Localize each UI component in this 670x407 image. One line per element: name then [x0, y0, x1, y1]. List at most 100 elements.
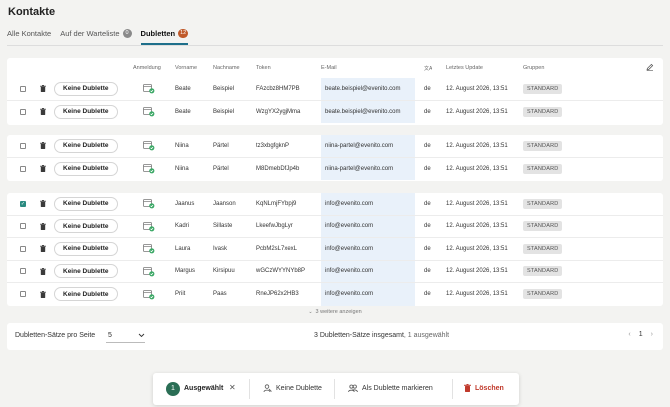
total-summary: 3 Dubletten-Sätze insgesamt, 1 ausgewähl… [314, 332, 449, 339]
lastname-cell: Beispiel [213, 108, 235, 115]
trash-icon[interactable] [40, 290, 46, 298]
show-more-link[interactable]: ⌄ 3 weitere anzeigen [7, 309, 663, 315]
firstname-cell: Laura [175, 245, 191, 252]
keine-dublette-button[interactable]: Keine Dublette [54, 287, 118, 302]
page-title: Kontakte [8, 6, 56, 18]
chevron-left-icon[interactable]: ‹ [628, 331, 630, 338]
trash-icon[interactable] [40, 200, 46, 208]
keine-dublette-button[interactable]: Keine Dublette [54, 81, 118, 96]
row-checkbox[interactable] [20, 108, 26, 115]
keine-dublette-action-button[interactable]: Keine Dublette [263, 384, 322, 393]
total-count: 3 Dubletten-Sätze insgesamt [314, 332, 404, 339]
show-more-label: 3 weitere anzeigen [315, 309, 362, 315]
row-checkbox[interactable] [20, 142, 26, 149]
tab-label: Alle Kontakte [7, 29, 52, 38]
firstname-cell: Priit [175, 291, 186, 298]
keine-dublette-label: Keine Dublette [63, 165, 109, 173]
chevron-down-icon: ⌄ [308, 309, 313, 315]
column-header-registration[interactable]: Anmeldung [133, 58, 161, 78]
keine-dublette-button[interactable]: Keine Dublette [54, 138, 118, 153]
keine-dublette-button[interactable]: Keine Dublette [54, 104, 118, 119]
language-cell: de [424, 108, 431, 115]
trash-icon[interactable] [40, 108, 46, 116]
lastname-cell: Ivask [213, 245, 228, 252]
column-header-token[interactable]: Token [256, 58, 271, 78]
keine-dublette-button[interactable]: Keine Dublette [54, 264, 118, 279]
mark-duplicate-button[interactable]: Als Dublette markieren [348, 384, 433, 393]
edit-columns-icon[interactable] [646, 63, 654, 71]
trash-icon[interactable] [40, 142, 46, 150]
updated-cell: 12. August 2026, 13:51 [446, 165, 508, 172]
close-icon[interactable]: ✕ [229, 384, 236, 392]
email-cell: niina-partel@evenito.com [325, 142, 394, 149]
column-header-updated[interactable]: Letztes Update [446, 58, 483, 78]
delete-button[interactable]: Löschen [464, 384, 504, 392]
column-header-firstname[interactable]: Vorname [175, 58, 197, 78]
tab-label: Dubletten [140, 29, 176, 38]
selected-label: Ausgewählt [184, 385, 224, 392]
selected-count-badge: 1 [166, 382, 180, 396]
trash-icon[interactable] [40, 222, 46, 230]
keine-dublette-button[interactable]: Keine Dublette [54, 161, 118, 176]
row-checkbox[interactable] [20, 85, 26, 92]
tabs: Alle Kontakte Auf der Warteliste 0 Dublet… [7, 29, 197, 45]
firstname-cell: Beate [175, 85, 191, 92]
table-row: Keine Dublette Niina Pärtel tz3xbgfgknP … [7, 135, 663, 158]
firstname-cell: Niina [175, 165, 189, 172]
per-page-label: Dubletten-Sätze pro Seite [15, 332, 96, 339]
token-cell: tz3xbgfgknP [256, 142, 290, 149]
keine-dublette-label: Keine Dublette [63, 142, 109, 150]
lastname-cell: Beispiel [213, 85, 235, 92]
registration-confirmed-icon [143, 164, 155, 174]
keine-dublette-label: Keine Dublette [63, 267, 109, 275]
tab-count-badge: 0 [122, 29, 132, 38]
updated-cell: 12. August 2026, 13:51 [446, 142, 508, 149]
registration-confirmed-icon [143, 289, 155, 300]
keine-dublette-button[interactable]: Keine Dublette [54, 196, 118, 211]
token-cell: RneJP62x2HB3 [256, 291, 299, 298]
selection-action-bar: 1 Ausgewählt ✕ Keine Dublette Als Dublet… [153, 373, 519, 405]
tab-alle-kontakte[interactable]: Alle Kontakte [7, 29, 51, 45]
trash-icon[interactable] [40, 267, 46, 275]
keine-dublette-button[interactable]: Keine Dublette [54, 241, 118, 256]
table-row: Keine Dublette Kadri Sillaste LkeefwJbgL… [7, 215, 663, 238]
per-page-select[interactable]: 5 [106, 329, 145, 343]
translate-icon[interactable]: 文A [424, 58, 432, 78]
row-checkbox[interactable] [20, 268, 26, 275]
trash-icon[interactable] [40, 245, 46, 253]
firstname-cell: Margus [175, 268, 196, 275]
column-header-lastname[interactable]: Nachname [213, 58, 240, 78]
table-footer: Dubletten-Sätze pro Seite 5 3 Dubletten-… [7, 323, 663, 350]
row-checkbox[interactable] [20, 223, 26, 230]
tab-warteliste[interactable]: Auf der Warteliste 0 [60, 29, 132, 45]
user-unlink-icon [263, 384, 272, 393]
selected-count: , 1 ausgewählt [403, 332, 450, 339]
firstname-cell: Jaanus [175, 200, 195, 207]
divider [452, 379, 453, 399]
row-checkbox[interactable] [20, 165, 26, 172]
page-number[interactable]: 1 [639, 331, 643, 338]
users-icon [348, 384, 358, 393]
row-checkbox[interactable] [20, 291, 26, 298]
row-checkbox[interactable]: ✓ [20, 200, 26, 207]
keine-dublette-button[interactable]: Keine Dublette [54, 219, 118, 234]
lastname-cell: Pärtel [213, 142, 229, 149]
chevron-right-icon[interactable]: › [651, 331, 653, 338]
email-cell: info@evenito.com [325, 291, 374, 298]
column-header-groups[interactable]: Gruppen [523, 58, 544, 78]
language-cell: de [424, 165, 431, 172]
token-cell: wGCzWYYNYb8P [256, 268, 306, 275]
table-row: Keine Dublette Beate Beispiel FAzcbz8HM7… [7, 78, 663, 101]
language-cell: de [424, 85, 431, 92]
tab-count-badge: 12 [178, 29, 189, 38]
registration-confirmed-icon [143, 244, 155, 254]
group-badge: STANDARD [523, 163, 563, 174]
trash-icon[interactable] [40, 85, 46, 93]
row-checkbox[interactable] [20, 245, 26, 252]
registration-confirmed-icon [143, 221, 155, 232]
column-header-email[interactable]: E-Mail [321, 58, 337, 78]
group-badge: STANDARD [523, 198, 563, 209]
tab-dubletten[interactable]: Dubletten 12 [140, 29, 189, 45]
group-badge: STANDARD [523, 106, 563, 117]
trash-icon[interactable] [40, 165, 46, 173]
